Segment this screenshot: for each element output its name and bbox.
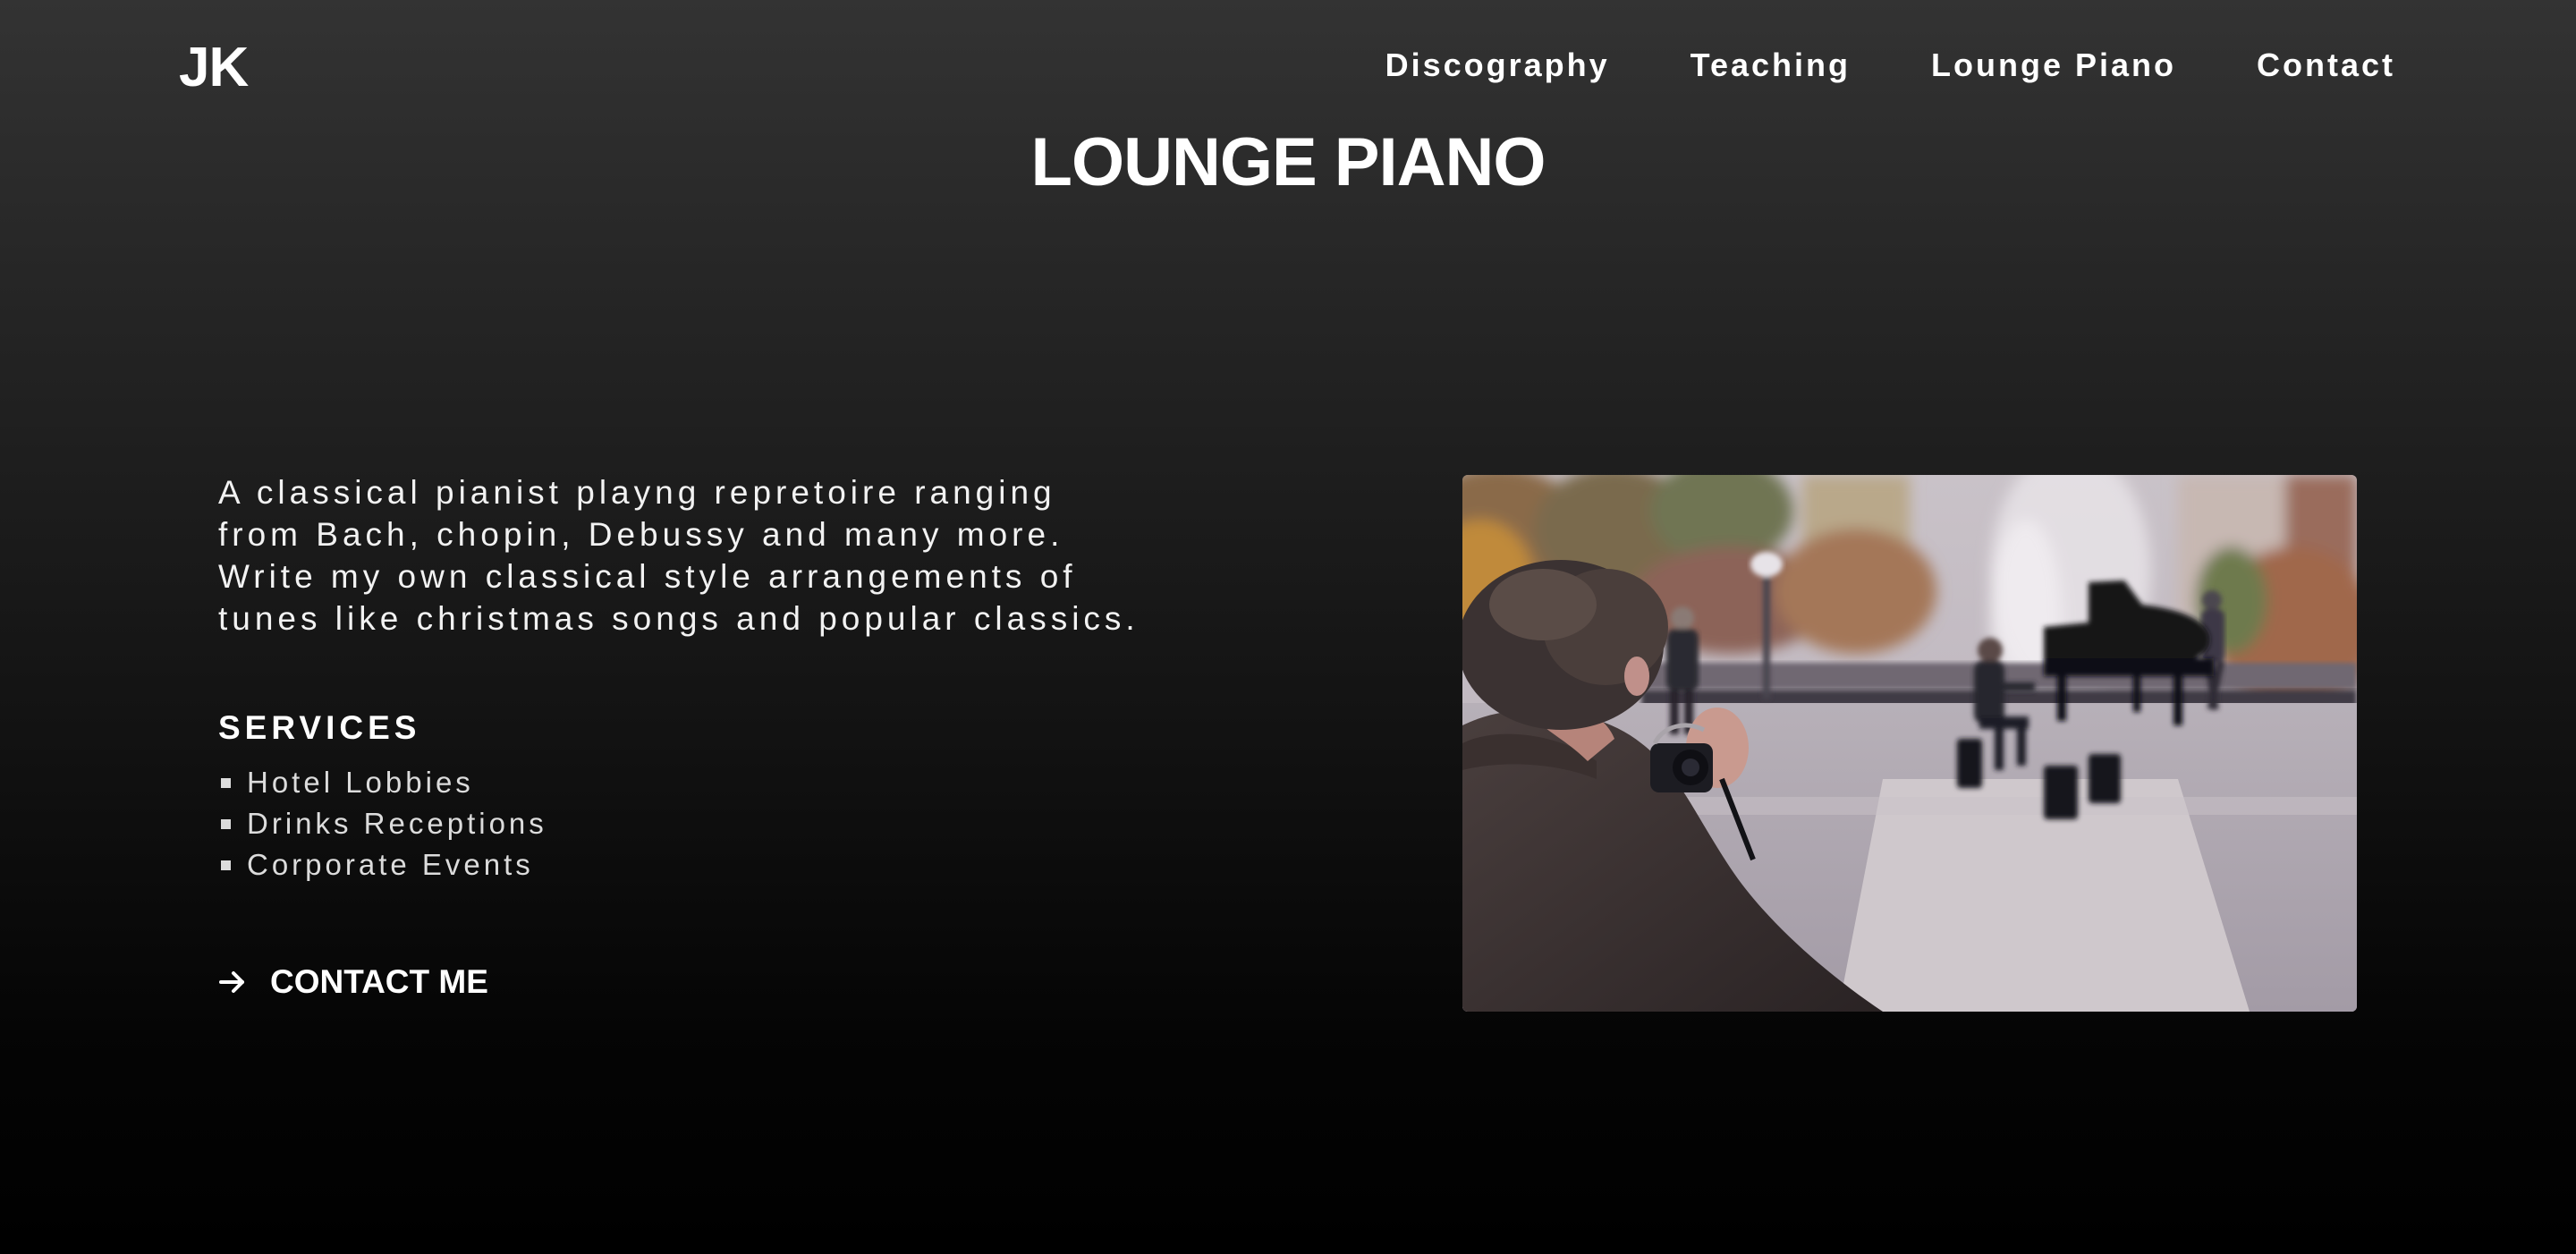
services-list: Hotel Lobbies Drinks Receptions Corporat… [218,762,547,885]
arrow-right-icon [219,971,244,993]
contact-me-label: CONTACT ME [270,963,488,1000]
photo-illustration [1462,475,2357,1012]
lounge-piano-photo [1462,475,2357,1012]
main-nav: Discography Teaching Lounge Piano Contac… [1385,47,2395,84]
service-label: Corporate Events [247,848,534,881]
page-title: LOUNGE PIANO [1030,124,1546,200]
bullet-icon [221,777,231,788]
nav-link-discography[interactable]: Discography [1385,47,1610,84]
bullet-icon [221,860,231,870]
service-item: Corporate Events [218,844,547,885]
nav-link-lounge-piano[interactable]: Lounge Piano [1931,47,2176,84]
nav-link-contact[interactable]: Contact [2257,47,2395,84]
logo[interactable]: JK [179,36,249,99]
nav-link-teaching[interactable]: Teaching [1690,47,1851,84]
service-item: Hotel Lobbies [218,762,547,803]
contact-me-link[interactable]: CONTACT ME [218,963,488,1001]
service-label: Hotel Lobbies [247,766,474,799]
intro-text: A classical pianist playng repretoire ra… [218,474,1140,637]
service-item: Drinks Receptions [218,803,547,844]
services-heading: SERVICES [218,709,421,746]
bullet-icon [221,818,231,829]
service-label: Drinks Receptions [247,807,547,840]
